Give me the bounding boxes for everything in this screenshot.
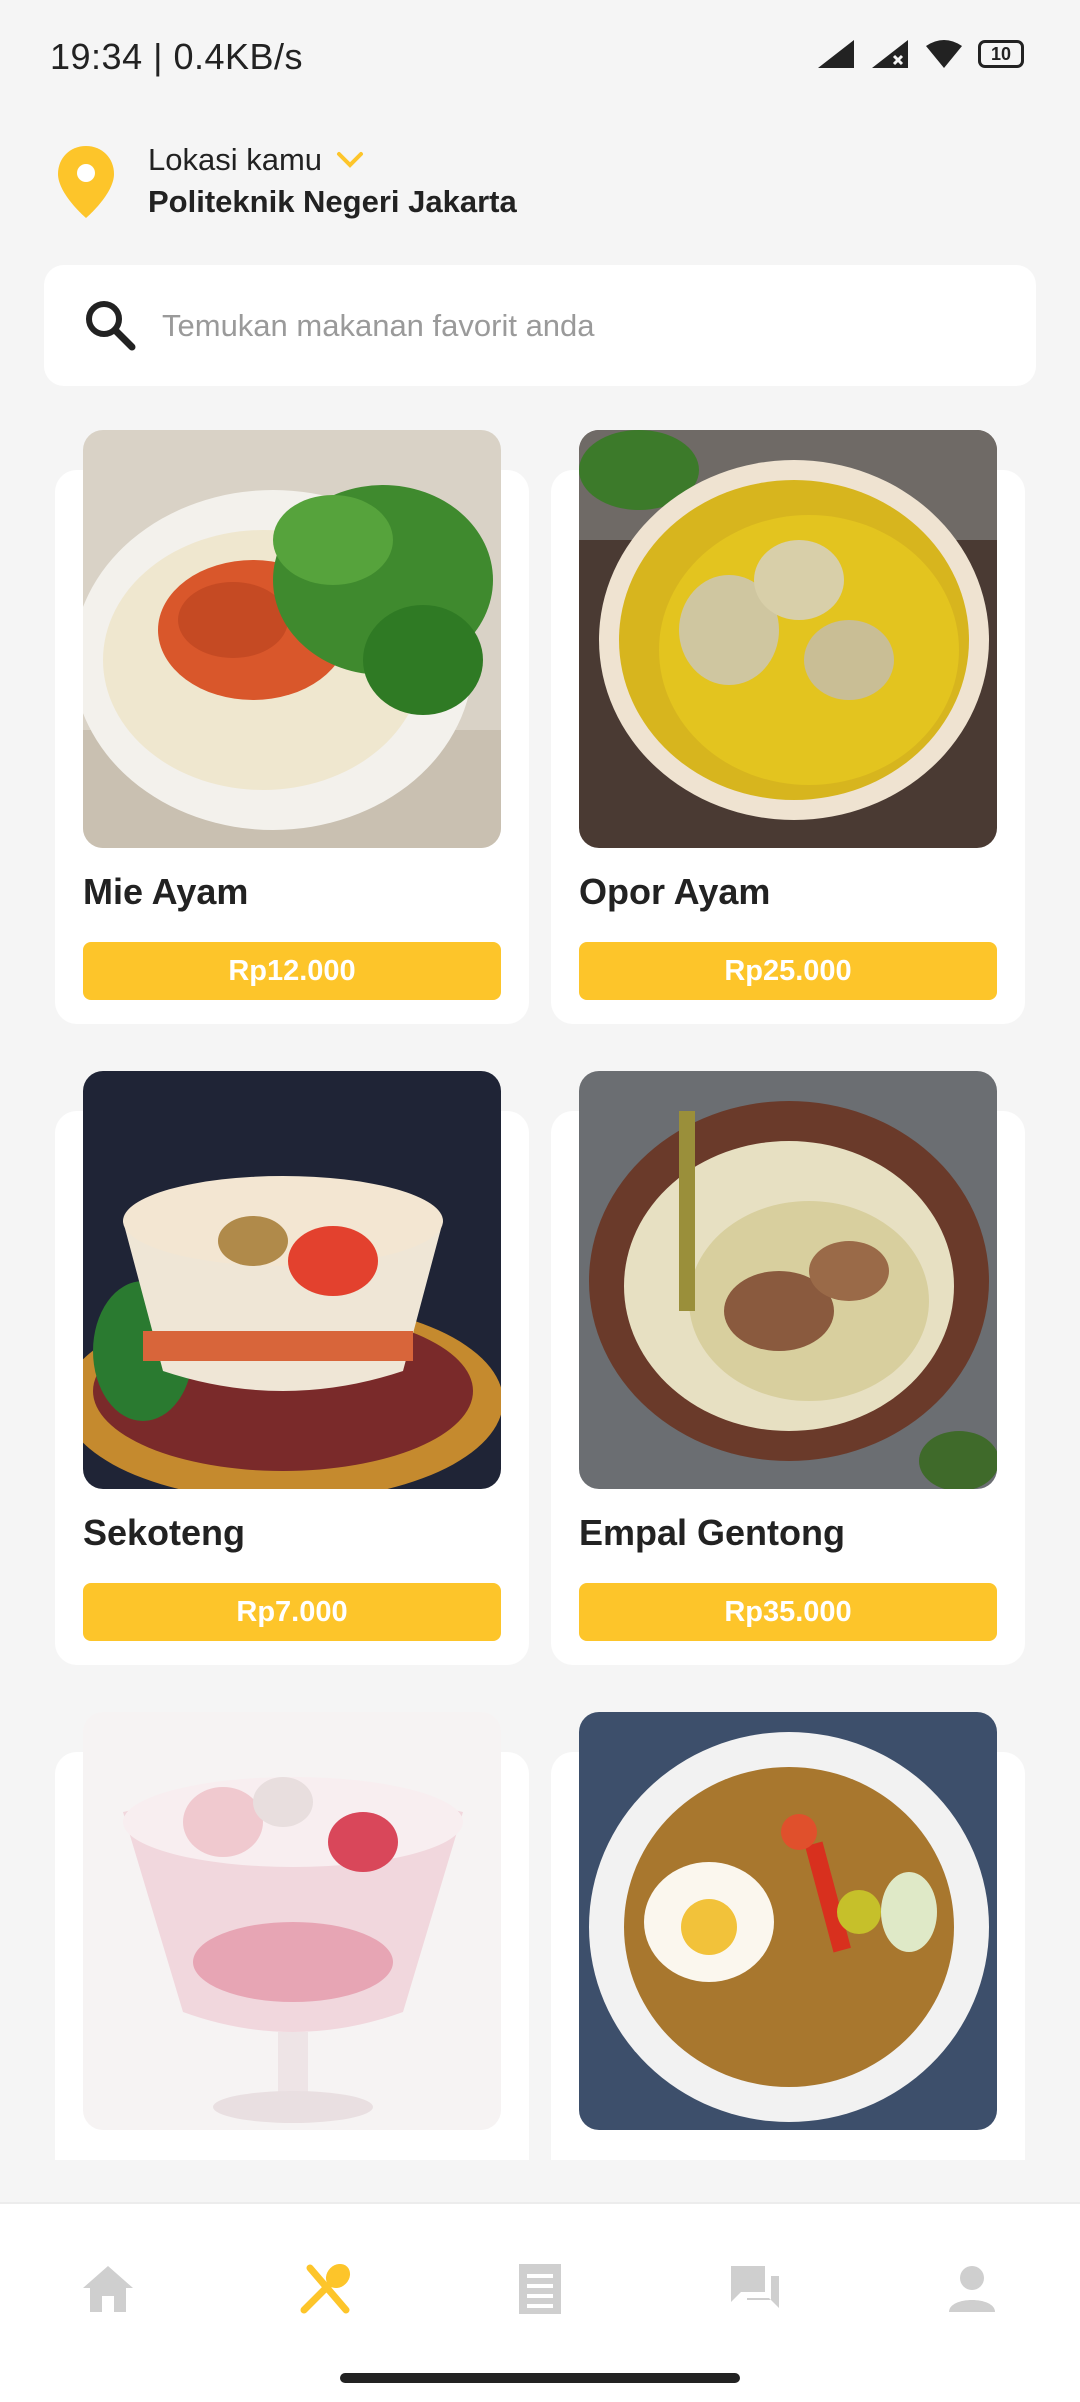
food-price[interactable]: Rp12.000: [83, 942, 501, 1000]
location-name: Politeknik Negeri Jakarta: [148, 184, 517, 219]
food-name: Empal Gentong: [579, 1512, 846, 1553]
food-name: Sekoteng: [83, 1512, 246, 1553]
food-photo: [579, 430, 997, 848]
food-image-empal-gentong[interactable]: [579, 1071, 997, 1489]
status-icons: 10: [816, 38, 1024, 70]
food-grid: Mie Ayam Rp12.000 Opor Ayam Rp25.000 Sek…: [0, 430, 1080, 2160]
signal-icon: [818, 40, 854, 68]
food-photo: [83, 1071, 501, 1489]
signal-x-icon: [872, 40, 908, 68]
nav-orders[interactable]: [507, 2256, 573, 2322]
nav-home[interactable]: [75, 2256, 141, 2322]
chevron-down-icon[interactable]: [336, 150, 364, 170]
food-image-opor-ayam[interactable]: [579, 430, 997, 848]
food-image-mie-ayam[interactable]: [83, 430, 501, 848]
battery-icon: 10: [978, 40, 1024, 68]
home-icon: [83, 2266, 133, 2312]
nav-profile[interactable]: [939, 2256, 1005, 2322]
orders-icon: [519, 2264, 561, 2314]
food-name: Opor Ayam: [579, 871, 771, 912]
food-photo: [579, 1071, 997, 1489]
food-image-nasi-goreng[interactable]: [579, 1712, 997, 2130]
location-pin-icon: [58, 146, 114, 218]
wifi-icon: [926, 40, 962, 68]
food-name: Mie Ayam: [83, 871, 249, 912]
status-time: 19:34 | 0.4KB/s: [50, 36, 304, 77]
location-label-row: Lokasi kamu: [148, 142, 364, 178]
food-image-sekoteng[interactable]: [83, 1071, 501, 1489]
food-photo: [83, 1712, 501, 2130]
bottom-navigation: [0, 2202, 1080, 2402]
food-photo: [83, 430, 501, 848]
home-indicator[interactable]: [340, 2373, 740, 2383]
food-image-es-buah[interactable]: [83, 1712, 501, 2130]
menu-icon: [300, 2263, 351, 2314]
food-price[interactable]: Rp7.000: [83, 1583, 501, 1641]
nav-chat[interactable]: [723, 2256, 789, 2322]
location-selector[interactable]: Lokasi kamu Politeknik Negeri Jakarta: [56, 140, 756, 230]
food-price[interactable]: Rp35.000: [579, 1583, 997, 1641]
food-price[interactable]: Rp25.000: [579, 942, 997, 1000]
status-bar: 19:34 | 0.4KB/s 10: [0, 0, 1080, 120]
food-photo: [579, 1712, 997, 2130]
nav-menu[interactable]: [292, 2256, 358, 2322]
search-icon: [86, 301, 136, 351]
search-input[interactable]: [160, 293, 1004, 359]
profile-icon: [949, 2266, 995, 2312]
search-bar[interactable]: [44, 265, 1036, 386]
chat-icon: [731, 2266, 779, 2308]
location-label: Lokasi kamu: [148, 142, 323, 177]
